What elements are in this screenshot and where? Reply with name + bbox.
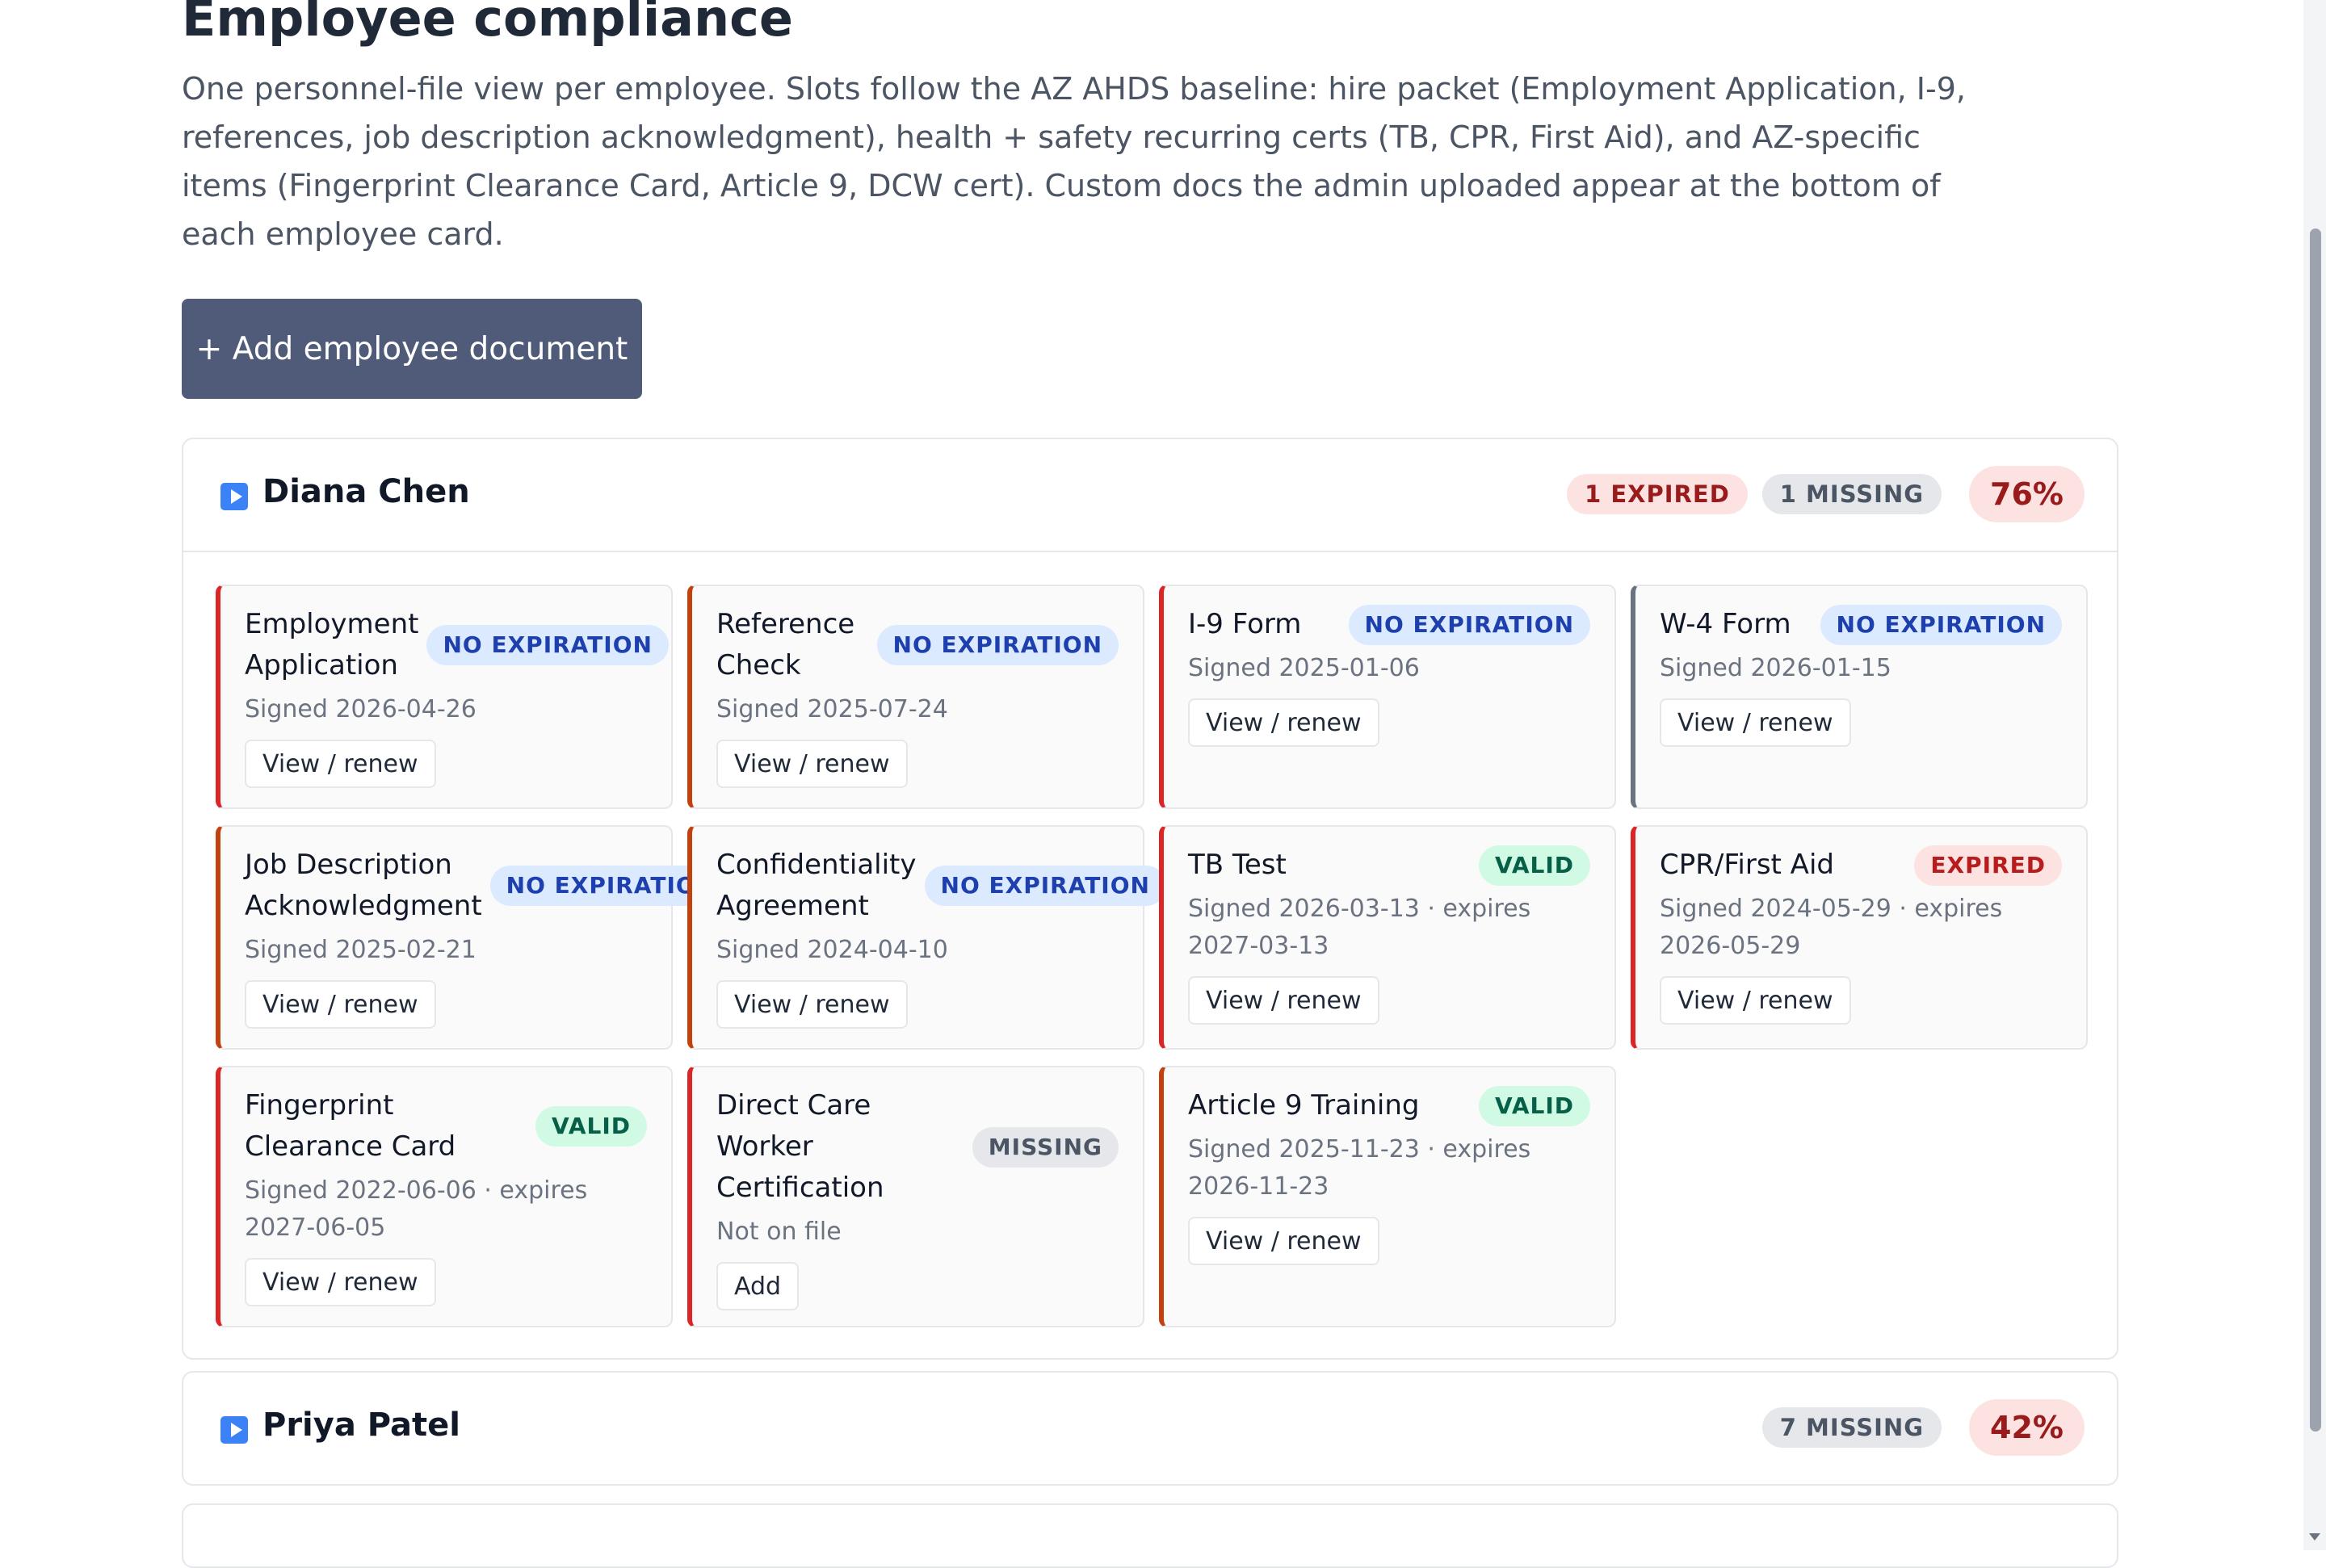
view-renew-button[interactable]: View / renew <box>1188 698 1379 747</box>
status-badge: VALID <box>535 1106 647 1147</box>
doc-meta: Signed 2026-04-26 <box>245 695 477 723</box>
doc-card-i9-form: I-9 Form NO EXPIRATION Signed 2025-01-06… <box>1159 585 1616 809</box>
scrollbar-thumb[interactable] <box>2310 228 2321 1432</box>
employee-name: Diana Chen <box>262 473 470 510</box>
document-grid: Employment Application NO EXPIRATION Sig… <box>183 552 2117 1358</box>
doc-name: W-4 Form <box>1660 608 1791 640</box>
employee-header[interactable]: Diana Chen 1 EXPIRED 1 MISSING 76% <box>183 439 2117 552</box>
doc-meta: Signed 2022-06-06 · expires 2027-06-05 <box>245 1176 588 1242</box>
view-renew-button[interactable]: View / renew <box>245 1258 436 1306</box>
status-badge: VALID <box>1479 1085 1590 1126</box>
employee-card-priya-patel: Priya Patel 7 MISSING 42% <box>182 1371 2118 1486</box>
status-badge: NO EXPIRATION <box>876 625 1119 665</box>
doc-card-fingerprint-clearance-card: Fingerprint Clearance Card VALID Signed … <box>216 1066 673 1327</box>
status-badge: MISSING <box>972 1126 1119 1168</box>
status-badge: NO EXPIRATION <box>1348 604 1590 645</box>
doc-name: CPR/First Aid <box>1660 849 1834 881</box>
status-badge: NO EXPIRATION <box>1820 604 2062 645</box>
doc-meta: Not on file <box>716 1218 842 1246</box>
employee-card-next <box>182 1503 2118 1568</box>
doc-meta: Signed 2025-02-21 <box>245 936 477 964</box>
doc-card-reference-check: Reference Check NO EXPIRATION Signed 202… <box>687 585 1144 809</box>
doc-card-confidentiality-agreement: Confidentiality Agreement NO EXPIRATION … <box>687 825 1166 1050</box>
view-renew-button[interactable]: View / renew <box>1660 976 1851 1025</box>
doc-card-job-description-acknowledgment: Job Description Acknowledgment NO EXPIRA… <box>216 825 733 1050</box>
page-scrollbar[interactable] <box>2303 0 2326 1550</box>
expired-count-badge: 1 EXPIRED <box>1567 474 1748 514</box>
page-description: One personnel-file view per employee. Sl… <box>182 71 1966 252</box>
view-renew-button[interactable]: View / renew <box>245 980 436 1029</box>
employee-header[interactable]: Priya Patel 7 MISSING 42% <box>183 1373 2117 1484</box>
doc-meta: Signed 2025-11-23 · expires 2026-11-23 <box>1188 1135 1531 1201</box>
status-badge: EXPIRED <box>1914 845 2062 886</box>
view-renew-button[interactable]: View / renew <box>245 740 436 788</box>
doc-meta: Signed 2025-07-24 <box>716 695 948 723</box>
doc-name: Direct Care Worker Certification <box>716 1089 884 1204</box>
doc-name: Employment Application <box>245 608 419 681</box>
doc-meta: Signed 2025-01-06 <box>1188 654 1420 682</box>
missing-count-badge: 1 MISSING <box>1761 474 1942 514</box>
doc-card-w4-form: W-4 Form NO EXPIRATION Signed 2026-01-15… <box>1631 585 2088 809</box>
doc-card-tb-test: TB Test VALID Signed 2026-03-13 · expire… <box>1159 825 1616 1050</box>
status-badge: NO EXPIRATION <box>426 625 669 665</box>
doc-meta: Signed 2024-05-29 · expires 2026-05-29 <box>1660 895 2003 960</box>
doc-card-article-9-training: Article 9 Training VALID Signed 2025-11-… <box>1159 1066 1616 1327</box>
view-renew-button[interactable]: View / renew <box>1660 698 1851 747</box>
employee-name: Priya Patel <box>262 1407 460 1444</box>
doc-card-employment-application: Employment Application NO EXPIRATION Sig… <box>216 585 673 809</box>
doc-name: Confidentiality Agreement <box>716 849 917 922</box>
add-employee-document-button[interactable]: + Add employee document <box>182 299 642 399</box>
doc-name: Article 9 Training <box>1188 1089 1420 1121</box>
employee-summary: 1 EXPIRED 1 MISSING 76% <box>1567 466 2085 522</box>
scroll-down-arrow-icon[interactable] <box>2309 1533 2320 1541</box>
view-renew-button[interactable]: View / renew <box>1188 976 1379 1025</box>
doc-name: I-9 Form <box>1188 608 1302 640</box>
compliance-percent-badge: 76% <box>1969 466 2085 522</box>
view-renew-button[interactable]: View / renew <box>716 740 908 788</box>
expand-toggle-icon[interactable] <box>220 483 248 510</box>
doc-card-direct-care-worker-certification: Direct Care Worker Certification MISSING… <box>687 1066 1144 1327</box>
compliance-percent-badge: 42% <box>1969 1399 2085 1456</box>
view-renew-button[interactable]: View / renew <box>716 980 908 1029</box>
page-title: Employee compliance <box>182 0 793 48</box>
expand-toggle-icon[interactable] <box>220 1416 248 1444</box>
doc-name: Fingerprint Clearance Card <box>245 1089 456 1163</box>
employee-card-diana-chen: Diana Chen 1 EXPIRED 1 MISSING 76% Emplo… <box>182 438 2118 1360</box>
employee-summary: 7 MISSING 42% <box>1761 1399 2085 1456</box>
status-badge: NO EXPIRATION <box>924 866 1166 906</box>
add-document-button[interactable]: Add <box>716 1262 800 1310</box>
doc-meta: Signed 2026-03-13 · expires 2027-03-13 <box>1188 895 1531 960</box>
doc-card-cpr-first-aid: CPR/First Aid EXPIRED Signed 2024-05-29 … <box>1631 825 2088 1050</box>
status-badge: VALID <box>1479 845 1590 886</box>
doc-name: Job Description Acknowledgment <box>245 849 482 922</box>
doc-name: Reference Check <box>716 608 855 681</box>
view-renew-button[interactable]: View / renew <box>1188 1217 1379 1265</box>
doc-name: TB Test <box>1188 849 1287 881</box>
missing-count-badge: 7 MISSING <box>1761 1407 1942 1448</box>
doc-meta: Signed 2024-04-10 <box>716 936 948 964</box>
doc-meta: Signed 2026-01-15 <box>1660 654 1891 682</box>
